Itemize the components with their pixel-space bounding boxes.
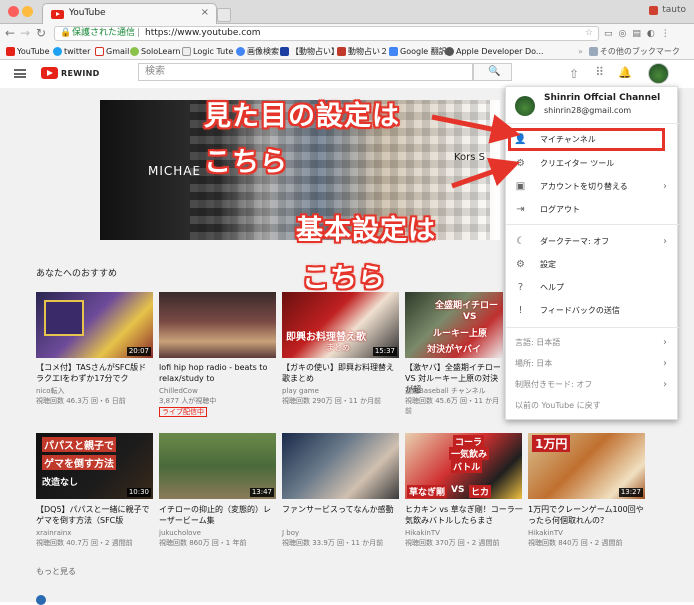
annotation-text: こちら xyxy=(302,263,386,294)
annotation-arrow-1 xyxy=(431,114,521,144)
annotation-arrows xyxy=(431,114,521,189)
annotation-text: 基本設定は xyxy=(296,215,436,246)
annotation-arrow-2 xyxy=(451,157,521,189)
annotation-text: こちら xyxy=(204,147,288,178)
annotation-text: 見た目の設定は xyxy=(204,101,400,132)
